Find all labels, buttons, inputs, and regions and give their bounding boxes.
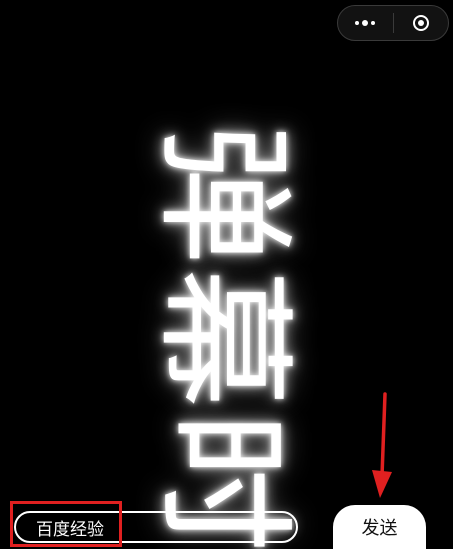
danmaku-text: 弹幕时 (141, 123, 304, 549)
target-close-icon (412, 15, 429, 31)
send-button[interactable]: 发送 (333, 505, 426, 549)
close-miniprogram-button[interactable] (394, 6, 449, 40)
annotation-arrow-icon (372, 392, 392, 498)
danmaku-screen: 弹幕时 百度经验 发送 (0, 0, 453, 549)
more-dots-icon (355, 20, 376, 26)
more-button[interactable] (338, 6, 393, 40)
danmaku-input-value: 百度经验 (36, 519, 104, 540)
miniprogram-capsule (337, 5, 449, 41)
danmaku-input[interactable]: 百度经验 (14, 511, 298, 543)
